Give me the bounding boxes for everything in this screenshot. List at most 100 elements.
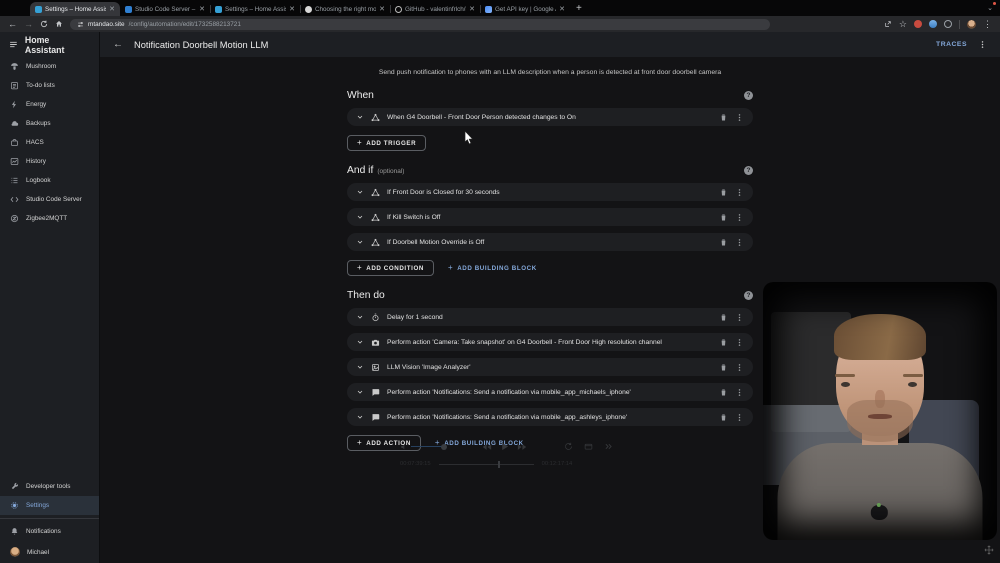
delete-icon[interactable] [719,388,728,397]
tab-close-icon[interactable]: ✕ [199,6,205,13]
sidebar-item-developer-tools[interactable]: Developer tools [0,477,99,496]
delete-icon[interactable] [719,413,728,422]
adblock-extension-icon[interactable] [914,20,922,28]
tab-close-icon[interactable]: ✕ [559,6,565,13]
more-options-icon[interactable] [735,413,744,422]
more-options-icon[interactable] [735,338,744,347]
delete-icon[interactable] [719,363,728,372]
sidebar-item-mushroom[interactable]: Mushroom [0,57,99,76]
more-options-icon[interactable] [735,313,744,322]
chevron-down-icon[interactable] [356,113,364,121]
volume-knob[interactable] [441,443,447,450]
extensions-puzzle-icon[interactable] [944,20,952,28]
trigger-card[interactable]: When G4 Doorbell - Front Door Person det… [347,108,753,126]
chevron-down-icon[interactable] [356,313,364,321]
move-handle-icon[interactable] [984,545,994,555]
home-button[interactable] [55,20,63,28]
timeline-scrubber[interactable] [438,460,534,468]
more-options-icon[interactable] [735,213,744,222]
more-options-icon[interactable] [735,188,744,197]
volume-slider[interactable] [400,443,447,451]
chevron-down-icon[interactable] [356,213,364,221]
delete-icon[interactable] [719,188,728,197]
traces-button[interactable]: TRACES [936,41,967,48]
sidebar-item-notifications[interactable]: Notifications [0,522,99,541]
tab-google-ai-studio[interactable]: Get API key | Google AI Studi... ✕ [480,2,570,16]
share-icon[interactable] [884,20,892,28]
help-icon[interactable]: ? [744,291,753,300]
chevron-down-icon[interactable] [356,238,364,246]
action-card-delay[interactable]: Delay for 1 second [347,308,753,326]
fast-forward-icon[interactable] [517,442,527,452]
add-trigger-button[interactable]: + ADD TRIGGER [347,135,427,151]
forward-button[interactable]: → [24,19,33,29]
back-arrow-icon[interactable]: ← [113,39,123,50]
tab-studio-code-server[interactable]: Studio Code Server – Home ✕ [120,2,210,16]
condition-card[interactable]: If Kill Switch is Off [347,208,753,226]
sidebar-item-zigbee2mqtt[interactable]: Zigbee2MQTT [0,209,99,228]
todo-list-icon [11,82,18,90]
delete-icon[interactable] [719,338,728,347]
condition-card[interactable]: If Doorbell Motion Override is Off [347,233,753,251]
section-and-if: And if (optional) ? [347,165,753,176]
more-options-icon[interactable] [735,388,744,397]
action-card-llm-vision[interactable]: LLM Vision 'Image Analyzer' [347,358,753,376]
more-options-icon[interactable] [735,113,744,122]
sidebar-item-studio-code-server[interactable]: Studio Code Server [0,190,99,209]
tab-github[interactable]: GitHub - valentinfrlch/ha-llm... ✕ [390,2,480,16]
tab-settings-home-assistant-2[interactable]: Settings – Home Assistant ✕ [210,2,300,16]
tab-search-chevron-icon[interactable]: ⌄ [984,2,996,14]
sidebar-item-settings[interactable]: Settings [0,496,99,515]
condition-card[interactable]: If Front Door is Closed for 30 seconds [347,183,753,201]
sidebar-item-history[interactable]: History [0,152,99,171]
chevron-down-icon[interactable] [356,363,364,371]
play-icon[interactable] [499,441,510,452]
address-bar[interactable]: mtandao.site/config/automation/edit/1732… [70,18,770,30]
loop-icon[interactable] [564,442,573,451]
sidebar-item-hacs[interactable]: HACS [0,133,99,152]
menu-icon[interactable] [9,40,18,49]
help-icon[interactable]: ? [744,91,753,100]
delete-icon[interactable] [719,238,728,247]
action-card-snapshot[interactable]: Perform action 'Camera: Take snapshot' o… [347,333,753,351]
chevron-down-icon[interactable] [356,413,364,421]
action-card-notify-michaels-iphone[interactable]: Perform action 'Notifications: Send a no… [347,383,753,401]
rewind-icon[interactable] [482,442,492,452]
browser-toolbar: ← → mtandao.site/config/automation/edit/… [0,16,1000,32]
sidebar-item-logbook[interactable]: Logbook [0,171,99,190]
site-info-icon[interactable] [77,21,84,28]
delete-icon[interactable] [719,113,728,122]
tab-close-icon[interactable]: ✕ [379,6,385,13]
delete-icon[interactable] [719,313,728,322]
delete-icon[interactable] [719,213,728,222]
add-condition-button[interactable]: + ADD CONDITION [347,260,434,276]
reload-button[interactable] [40,20,48,28]
browser-menu-icon[interactable]: ⋮ [983,19,992,29]
add-building-block-button[interactable]: + ADD BUILDING BLOCK [448,264,537,272]
tab-close-icon[interactable]: ✕ [109,6,115,13]
help-icon[interactable]: ? [744,166,753,175]
extension-icon[interactable] [929,20,937,28]
double-chevron-right-icon[interactable] [604,442,613,451]
chevron-down-icon[interactable] [356,338,364,346]
sidebar-item-user-michael[interactable]: Michael [0,541,99,563]
bookmark-star-icon[interactable]: ☆ [899,19,907,29]
film-icon[interactable] [584,442,593,451]
playhead-marker[interactable] [498,460,500,468]
chevron-down-icon[interactable] [356,388,364,396]
action-card-notify-ashleys-iphone[interactable]: Perform action 'Notifications: Send a no… [347,408,753,426]
tab-close-icon[interactable]: ✕ [469,6,475,13]
sidebar-item-todo-lists[interactable]: To-do lists [0,76,99,95]
new-tab-button[interactable]: + [576,0,582,16]
sidebar-item-energy[interactable]: Energy [0,95,99,114]
more-options-icon[interactable] [735,363,744,372]
tab-settings-home-assistant-1[interactable]: Settings – Home Assistant ✕ [30,2,120,16]
more-options-icon[interactable] [735,238,744,247]
tab-close-icon[interactable]: ✕ [289,6,295,13]
sidebar-item-backups[interactable]: Backups [0,114,99,133]
header-more-options-icon[interactable] [978,40,987,49]
back-button[interactable]: ← [8,19,17,29]
tab-choosing-model[interactable]: Choosing the right model | L... ✕ [300,2,390,16]
chevron-down-icon[interactable] [356,188,364,196]
browser-profile-avatar[interactable] [967,19,976,29]
